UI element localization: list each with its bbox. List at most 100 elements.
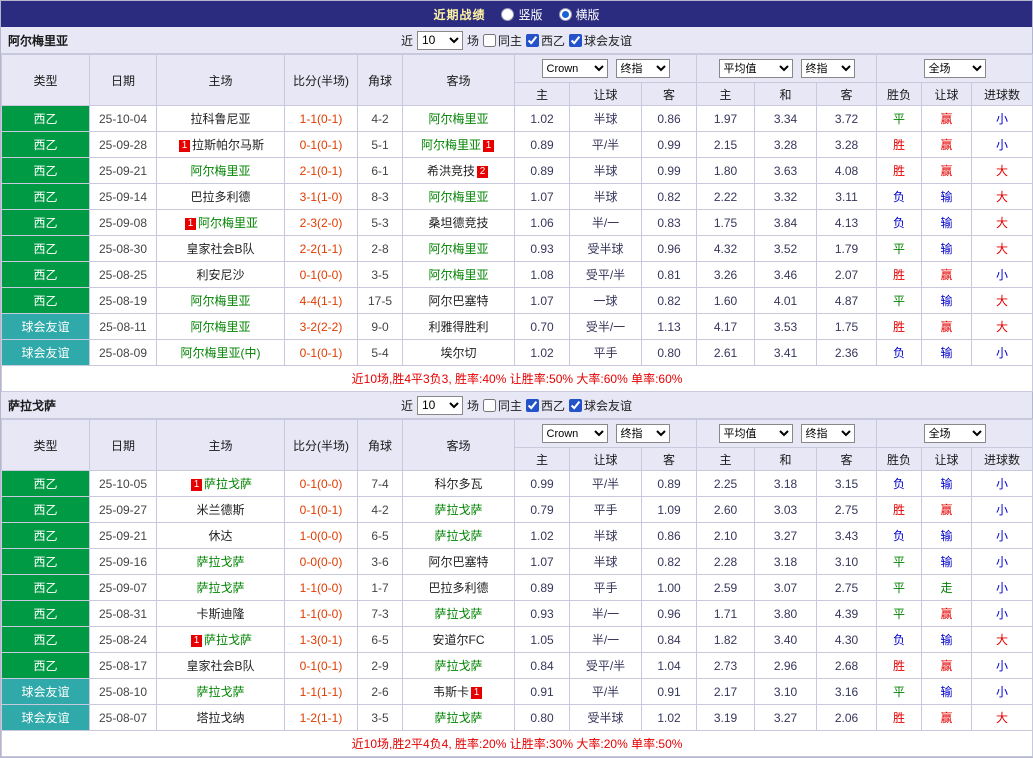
euro-odds-away: 2.07 [816, 261, 878, 288]
euro-odds-away: 2.75 [816, 496, 878, 523]
away-team-cell[interactable]: 科尔多瓦 [402, 470, 515, 497]
away-team-cell[interactable]: 萨拉戈萨 [402, 522, 515, 549]
filter-same-home[interactable]: 同主 [482, 32, 522, 49]
match-score[interactable]: 0-1(0-1) [284, 131, 358, 158]
euro-odds-away: 2.36 [816, 339, 878, 366]
away-team-cell[interactable]: 阿尔梅里亚 [402, 235, 515, 262]
match-score[interactable]: 0-1(0-1) [284, 496, 358, 523]
radio-horizontal-layout[interactable]: 横版 [558, 6, 600, 23]
away-team-cell[interactable]: 安道尔FC [402, 626, 515, 653]
match-date: 25-08-30 [89, 235, 157, 262]
match-score[interactable]: 3-1(1-0) [284, 183, 358, 210]
match-score[interactable]: 3-2(2-2) [284, 313, 358, 340]
euro-source-select[interactable]: 平均值 [718, 59, 793, 78]
home-team-cell[interactable]: 卡斯迪隆 [156, 600, 285, 627]
filter-friendly[interactable]: 球会友谊 [569, 32, 632, 49]
away-team-cell[interactable]: 利雅得胜利 [402, 313, 515, 340]
match-score[interactable]: 1-1(1-1) [284, 678, 358, 705]
match-score[interactable]: 1-1(0-0) [284, 574, 358, 601]
filter-label-near: 近 [400, 33, 413, 48]
home-team-cell[interactable]: 1 阿尔梅里亚 [156, 209, 285, 236]
home-team-cell[interactable]: 皇家社会B队 [156, 235, 285, 262]
match-score[interactable]: 2-3(2-0) [284, 209, 358, 236]
filter-league[interactable]: 西乙 [526, 32, 565, 49]
team-name: 科尔多瓦 [434, 477, 483, 491]
team-name: 巴拉多利德 [428, 581, 489, 595]
home-team-cell[interactable]: 塔拉戈纳 [156, 704, 285, 731]
home-team-cell[interactable]: 阿尔梅里亚 [156, 287, 285, 314]
match-score[interactable]: 1-1(0-0) [284, 600, 358, 627]
filter-bar: 近 10 场 同主 西乙 球会友谊 [400, 30, 632, 50]
scope-select[interactable]: 全场 [923, 424, 986, 443]
match-score[interactable]: 0-1(0-0) [284, 261, 358, 288]
match-row: 球会友谊 25-08-07 塔拉戈纳 1-2(1-1) 3-5 萨拉戈萨 0.80 受半球 1.… [1, 704, 1033, 731]
home-team-cell[interactable]: 1 萨拉戈萨 [156, 626, 285, 653]
home-team-cell[interactable]: 阿尔梅里亚(中) [156, 339, 285, 366]
away-team-cell[interactable]: 巴拉多利德 [402, 574, 515, 601]
match-score[interactable]: 4-4(1-1) [284, 287, 358, 314]
home-team-cell[interactable]: 利安尼沙 [156, 261, 285, 288]
match-score[interactable]: 1-1(0-1) [284, 105, 358, 132]
home-team-cell[interactable]: 米兰德斯 [156, 496, 285, 523]
asian-odds-line: 平手 [569, 496, 642, 523]
euro-time-select[interactable]: 终指 [800, 59, 855, 78]
odds-source-select[interactable]: Crown [541, 424, 608, 443]
match-score[interactable]: 1-2(1-1) [284, 704, 358, 731]
away-team-cell[interactable]: 阿尔梅里亚 [402, 183, 515, 210]
away-team-cell[interactable]: 韦斯卡 1 [402, 678, 515, 705]
away-team-cell[interactable]: 埃尔切 [402, 339, 515, 366]
away-team-cell[interactable]: 阿尔巴塞特 [402, 287, 515, 314]
radio-vertical-layout[interactable]: 竖版 [501, 6, 543, 23]
league-checkbox[interactable] [526, 398, 539, 412]
away-team-cell[interactable]: 阿尔梅里亚 [402, 261, 515, 288]
home-team-cell[interactable]: 阿尔梅里亚 [156, 157, 285, 184]
away-team-cell[interactable]: 萨拉戈萨 [402, 704, 515, 731]
home-team-cell[interactable]: 萨拉戈萨 [156, 678, 285, 705]
odds-time-select[interactable]: 终指 [615, 59, 670, 78]
match-count-select[interactable]: 10 [416, 395, 463, 415]
euro-source-select[interactable]: 平均值 [718, 424, 793, 443]
scope-select[interactable]: 全场 [923, 59, 986, 78]
home-team-cell[interactable]: 萨拉戈萨 [156, 548, 285, 575]
filter-friendly[interactable]: 球会友谊 [569, 397, 632, 414]
match-count-select[interactable]: 10 [416, 30, 463, 50]
home-team-cell[interactable]: 阿尔梅里亚 [156, 313, 285, 340]
away-team-cell[interactable]: 萨拉戈萨 [402, 652, 515, 679]
odds-source-select[interactable]: Crown [541, 59, 608, 78]
home-team-cell[interactable]: 1 萨拉戈萨 [156, 470, 285, 497]
match-score[interactable]: 0-1(0-1) [284, 339, 358, 366]
filter-same-home[interactable]: 同主 [482, 397, 522, 414]
away-team-cell[interactable]: 阿尔巴塞特 [402, 548, 515, 575]
filter-league[interactable]: 西乙 [526, 397, 565, 414]
team-name: 阿尔梅里亚 [190, 164, 251, 178]
friendly-checkbox[interactable] [569, 398, 583, 412]
home-team-cell[interactable]: 休达 [156, 522, 285, 549]
match-score[interactable]: 0-1(0-0) [284, 470, 358, 497]
match-score[interactable]: 0-0(0-0) [284, 548, 358, 575]
same-home-checkbox[interactable] [482, 33, 496, 47]
odds-time-select[interactable]: 终指 [615, 424, 670, 443]
away-team-cell[interactable]: 桑坦德竞技 [402, 209, 515, 236]
home-team-cell[interactable]: 拉科鲁尼亚 [156, 105, 285, 132]
friendly-checkbox[interactable] [569, 33, 583, 47]
asian-odds-home: 0.91 [514, 678, 570, 705]
home-team-cell[interactable]: 皇家社会B队 [156, 652, 285, 679]
home-team-cell[interactable]: 萨拉戈萨 [156, 574, 285, 601]
same-home-checkbox[interactable] [482, 398, 496, 412]
team-name: 桑坦德竞技 [428, 216, 489, 230]
match-score[interactable]: 1-3(0-1) [284, 626, 358, 653]
match-score[interactable]: 2-1(0-1) [284, 157, 358, 184]
home-team-cell[interactable]: 1 拉斯帕尔马斯 [156, 131, 285, 158]
match-score[interactable]: 0-1(0-1) [284, 652, 358, 679]
away-team-cell[interactable]: 阿尔梅里亚 1 [402, 131, 515, 158]
match-score[interactable]: 1-0(0-0) [284, 522, 358, 549]
away-team-cell[interactable]: 希洪竞技 2 [402, 157, 515, 184]
euro-time-select[interactable]: 终指 [800, 424, 855, 443]
home-team-cell[interactable]: 巴拉多利德 [156, 183, 285, 210]
match-score[interactable]: 2-2(1-1) [284, 235, 358, 262]
league-checkbox[interactable] [526, 33, 539, 47]
away-team-cell[interactable]: 萨拉戈萨 [402, 496, 515, 523]
away-team-cell[interactable]: 阿尔梅里亚 [402, 105, 515, 132]
away-team-cell[interactable]: 萨拉戈萨 [402, 600, 515, 627]
euro-odds-away: 1.75 [816, 313, 878, 340]
